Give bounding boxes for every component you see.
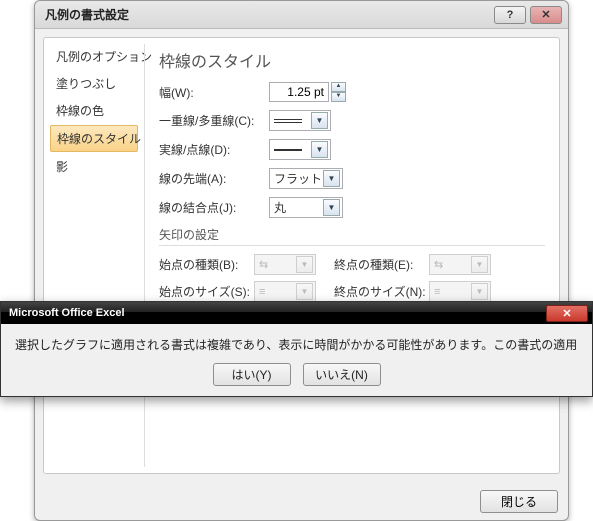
alert-body: 選択したグラフに適用される書式は複雑であり、表示に時間がかかる可能性があります。… — [1, 324, 592, 394]
arrow-size-swatch-icon: ≡ — [434, 286, 440, 298]
border-style-panel: 枠線のスタイル 幅(W): ▲▼ 一重線/多重線(C): ▼ 実線/点線(D):… — [145, 38, 559, 473]
close-dialog-button[interactable]: 閉じる — [480, 490, 558, 513]
join-label: 線の結合点(J): — [159, 199, 269, 216]
row-width: 幅(W): ▲▼ — [159, 82, 545, 102]
compound-combo[interactable]: ▼ — [269, 110, 331, 131]
sidebar-item-fill[interactable]: 塗りつぶし — [50, 71, 138, 96]
alert-titlebar[interactable]: Microsoft Office Excel ✕ — [1, 302, 592, 324]
compound-swatch-icon — [274, 119, 302, 123]
row-arrow-types: 始点の種類(B): ⇆ ▼ 終点の種類(E): ⇆ ▼ — [159, 254, 545, 275]
alert-yes-button[interactable]: はい(Y) — [213, 363, 291, 386]
row-compound: 一重線/多重線(C): ▼ — [159, 110, 545, 131]
alert-close-button[interactable]: ✕ — [546, 305, 588, 322]
arrow-swatch-icon: ⇆ — [259, 258, 268, 271]
close-button[interactable]: ✕ — [530, 6, 562, 24]
chevron-down-icon: ▼ — [296, 283, 313, 300]
cap-label: 線の先端(A): — [159, 170, 269, 187]
dialog-footer: 閉じる — [35, 482, 568, 520]
begin-type-combo: ⇆ ▼ — [254, 254, 316, 275]
alert-title: Microsoft Office Excel — [9, 307, 125, 319]
compound-label: 一重線/多重線(C): — [159, 112, 269, 129]
end-size-label: 終点のサイズ(N): — [334, 283, 429, 300]
chevron-down-icon: ▼ — [471, 256, 488, 273]
format-legend-dialog: 凡例の書式設定 ? ✕ 凡例のオプション 塗りつぶし 枠線の色 枠線のスタイル … — [34, 0, 569, 521]
cap-value: フラット — [274, 170, 322, 187]
sidebar-item-shadow[interactable]: 影 — [50, 154, 138, 179]
dialog-title: 凡例の書式設定 — [45, 6, 129, 23]
arrows-heading: 矢印の設定 — [159, 226, 545, 246]
sidebar-item-legend-options[interactable]: 凡例のオプション — [50, 44, 138, 69]
begin-type-label: 始点の種類(B): — [159, 256, 254, 273]
sidebar-item-border-style[interactable]: 枠線のスタイル — [50, 125, 138, 152]
row-join: 線の結合点(J): 丸 ▼ — [159, 197, 545, 218]
arrow-swatch-icon: ⇆ — [434, 258, 443, 271]
end-type-combo: ⇆ ▼ — [429, 254, 491, 275]
end-size-combo: ≡ ▼ — [429, 281, 491, 302]
chevron-down-icon: ▼ — [311, 141, 328, 158]
row-arrow-sizes: 始点のサイズ(S): ≡ ▼ 終点のサイズ(N): ≡ ▼ — [159, 281, 545, 302]
row-dash: 実線/点線(D): ▼ — [159, 139, 545, 160]
chevron-down-icon: ▼ — [323, 199, 340, 216]
chevron-down-icon: ▼ — [296, 256, 313, 273]
panel-heading: 枠線のスタイル — [159, 48, 545, 72]
width-label: 幅(W): — [159, 84, 269, 101]
alert-no-button[interactable]: いいえ(N) — [303, 363, 381, 386]
width-input[interactable] — [269, 82, 329, 102]
dash-swatch-icon — [274, 149, 302, 151]
join-value: 丸 — [274, 199, 286, 216]
dash-combo[interactable]: ▼ — [269, 139, 331, 160]
help-button[interactable]: ? — [494, 6, 526, 24]
sidebar-item-border-color[interactable]: 枠線の色 — [50, 98, 138, 123]
width-spinner[interactable]: ▲▼ — [331, 82, 346, 102]
chevron-down-icon: ▼ — [311, 112, 328, 129]
chevron-down-icon: ▼ — [323, 170, 340, 187]
cap-combo[interactable]: フラット ▼ — [269, 168, 343, 189]
row-cap: 線の先端(A): フラット ▼ — [159, 168, 545, 189]
end-type-label: 終点の種類(E): — [334, 256, 429, 273]
begin-size-combo: ≡ ▼ — [254, 281, 316, 302]
dialog-body: 凡例のオプション 塗りつぶし 枠線の色 枠線のスタイル 影 枠線のスタイル 幅(… — [43, 37, 560, 474]
category-sidebar: 凡例のオプション 塗りつぶし 枠線の色 枠線のスタイル 影 — [44, 38, 144, 473]
chevron-down-icon: ▼ — [471, 283, 488, 300]
dialog-titlebar[interactable]: 凡例の書式設定 ? ✕ — [35, 1, 568, 29]
begin-size-label: 始点のサイズ(S): — [159, 283, 254, 300]
alert-message: 選択したグラフに適用される書式は複雑であり、表示に時間がかかる可能性があります。… — [15, 336, 578, 353]
arrow-size-swatch-icon: ≡ — [259, 286, 265, 298]
dash-label: 実線/点線(D): — [159, 141, 269, 158]
excel-alert-dialog: Microsoft Office Excel ✕ 選択したグラフに適用される書式… — [0, 301, 593, 397]
join-combo[interactable]: 丸 ▼ — [269, 197, 343, 218]
